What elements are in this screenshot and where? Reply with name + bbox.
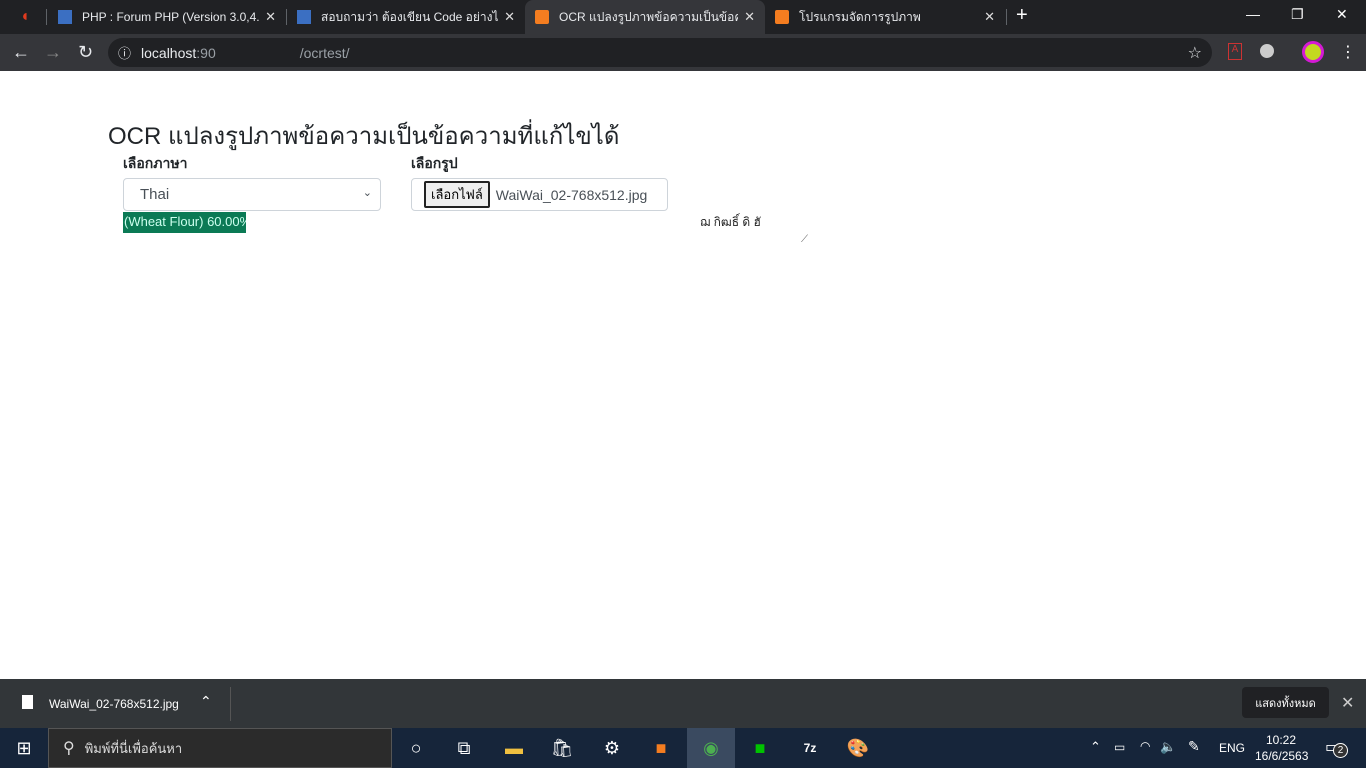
file-input[interactable]: เลือกไฟล์ WaiWai_02-768x512.jpg: [411, 178, 668, 211]
language-select[interactable]: Thai ⌄: [123, 178, 381, 211]
profile-avatar[interactable]: [1302, 41, 1324, 63]
forward-button[interactable]: →: [44, 42, 62, 63]
back-button[interactable]: ←: [12, 42, 30, 63]
paint-icon[interactable]: 🎨: [834, 728, 882, 768]
download-item[interactable]: WaiWai_02-768x512.jpg: [49, 697, 179, 711]
taskbar-search[interactable]: ⚲ พิมพ์ที่นี่เพื่อค้นหา: [48, 728, 392, 768]
reload-button[interactable]: ↻: [78, 42, 93, 63]
extension-icon[interactable]: [1260, 44, 1274, 58]
xampp-icon[interactable]: ■: [637, 728, 685, 768]
ocr-result-textarea[interactable]: ฌ กิฒธิ์ ดิ ฮั ⟋: [700, 213, 810, 245]
close-tab-icon[interactable]: ✕: [504, 9, 515, 25]
resize-handle[interactable]: ⟋: [801, 234, 808, 245]
new-tab-button[interactable]: +: [1016, 4, 1028, 27]
file-icon: [22, 695, 33, 709]
close-tab-icon[interactable]: ✕: [744, 9, 755, 25]
opera-icon[interactable]: ◖: [20, 8, 30, 26]
language-label: เลือกภาษา: [123, 155, 188, 171]
store-icon[interactable]: 🛍: [538, 728, 586, 768]
task-view-icon[interactable]: ⧉: [440, 728, 488, 768]
tab-question[interactable]: สอบถามว่า ต้องเขียน Code อย่างไร จึง✕: [287, 0, 525, 34]
notification-icon[interactable]: ▭2: [1325, 737, 1348, 758]
tab-image-manager[interactable]: โปรแกรมจัดการรูปภาพ ✕: [765, 0, 1005, 34]
tray-chevron-icon[interactable]: ⌃: [1090, 739, 1101, 755]
bookmark-star-icon[interactable]: ☆: [1188, 43, 1202, 63]
tab-strip: ◖ PHP : Forum PHP (Version 3.0,4.0 ✕ สอบถ…: [0, 0, 1366, 34]
search-icon: ⚲: [63, 740, 75, 757]
restore-button[interactable]: ❐: [1291, 6, 1304, 23]
file-explorer-icon[interactable]: ▬: [490, 728, 538, 768]
image-label: เลือกรูป: [411, 155, 458, 171]
page-icon: [297, 10, 311, 24]
chevron-down-icon: ⌄: [362, 187, 372, 199]
choose-file-button[interactable]: เลือกไฟล์: [424, 181, 490, 208]
close-tab-icon[interactable]: ✕: [984, 9, 995, 25]
xampp-icon: [775, 10, 789, 24]
page-title: OCR แปลงรูปภาพข้อความเป็นข้อความที่แก้ไข…: [108, 123, 620, 150]
line-icon[interactable]: ■: [736, 728, 784, 768]
tab-php-forum[interactable]: PHP : Forum PHP (Version 3.0,4.0 ✕: [48, 0, 286, 34]
close-window-button[interactable]: ✕: [1336, 6, 1348, 23]
volume-icon[interactable]: 🔈: [1160, 739, 1176, 755]
close-tab-icon[interactable]: ✕: [265, 9, 276, 25]
chrome-icon[interactable]: ◉: [687, 728, 735, 768]
download-bar: WaiWai_02-768x512.jpg ⌃ แสดงทั้งหมด ✕: [0, 679, 1366, 728]
language-indicator[interactable]: ENG: [1219, 741, 1245, 755]
page-content: OCR แปลงรูปภาพข้อความเป็นข้อความที่แก้ไข…: [0, 71, 1366, 679]
7zip-icon[interactable]: 7z: [786, 728, 834, 768]
close-download-bar-icon[interactable]: ✕: [1341, 693, 1354, 713]
windows-start-icon[interactable]: ⊞: [0, 728, 48, 768]
wifi-icon[interactable]: ◠: [1140, 739, 1150, 753]
cortana-icon[interactable]: ○: [392, 728, 440, 768]
chevron-up-icon[interactable]: ⌃: [200, 693, 212, 710]
browser-toolbar: ← → ↻ ⓘ localhost:90 /ocrtest/ ☆ A ⋮: [0, 34, 1366, 71]
settings-icon[interactable]: ⚙: [588, 728, 636, 768]
page-icon: [58, 10, 72, 24]
taskbar: ⊞ ⚲ พิมพ์ที่นี่เพื่อค้นหา ○ ⧉ ▬ 🛍 ⚙ ■ ◉ ■…: [0, 728, 1366, 768]
pen-icon[interactable]: ✎: [1188, 738, 1200, 755]
pdf-extension-icon[interactable]: A: [1228, 43, 1242, 60]
info-icon: ⓘ: [118, 46, 132, 61]
address-bar[interactable]: ⓘ localhost:90 /ocrtest/ ☆: [108, 38, 1212, 67]
minimize-button[interactable]: —: [1246, 6, 1260, 22]
notification-count: 2: [1333, 743, 1348, 758]
xampp-icon: [535, 10, 549, 24]
battery-icon[interactable]: ▭: [1114, 740, 1125, 754]
clock[interactable]: 10:22 16/6/2563: [1255, 732, 1308, 764]
tab-ocr[interactable]: OCR แปลงรูปภาพข้อความเป็นข้อความ✕: [525, 0, 765, 34]
menu-icon[interactable]: ⋮: [1340, 42, 1356, 62]
show-all-button[interactable]: แสดงทั้งหมด: [1242, 687, 1329, 718]
image-preview: (Wheat Flour) 60.00%,: [123, 212, 246, 233]
